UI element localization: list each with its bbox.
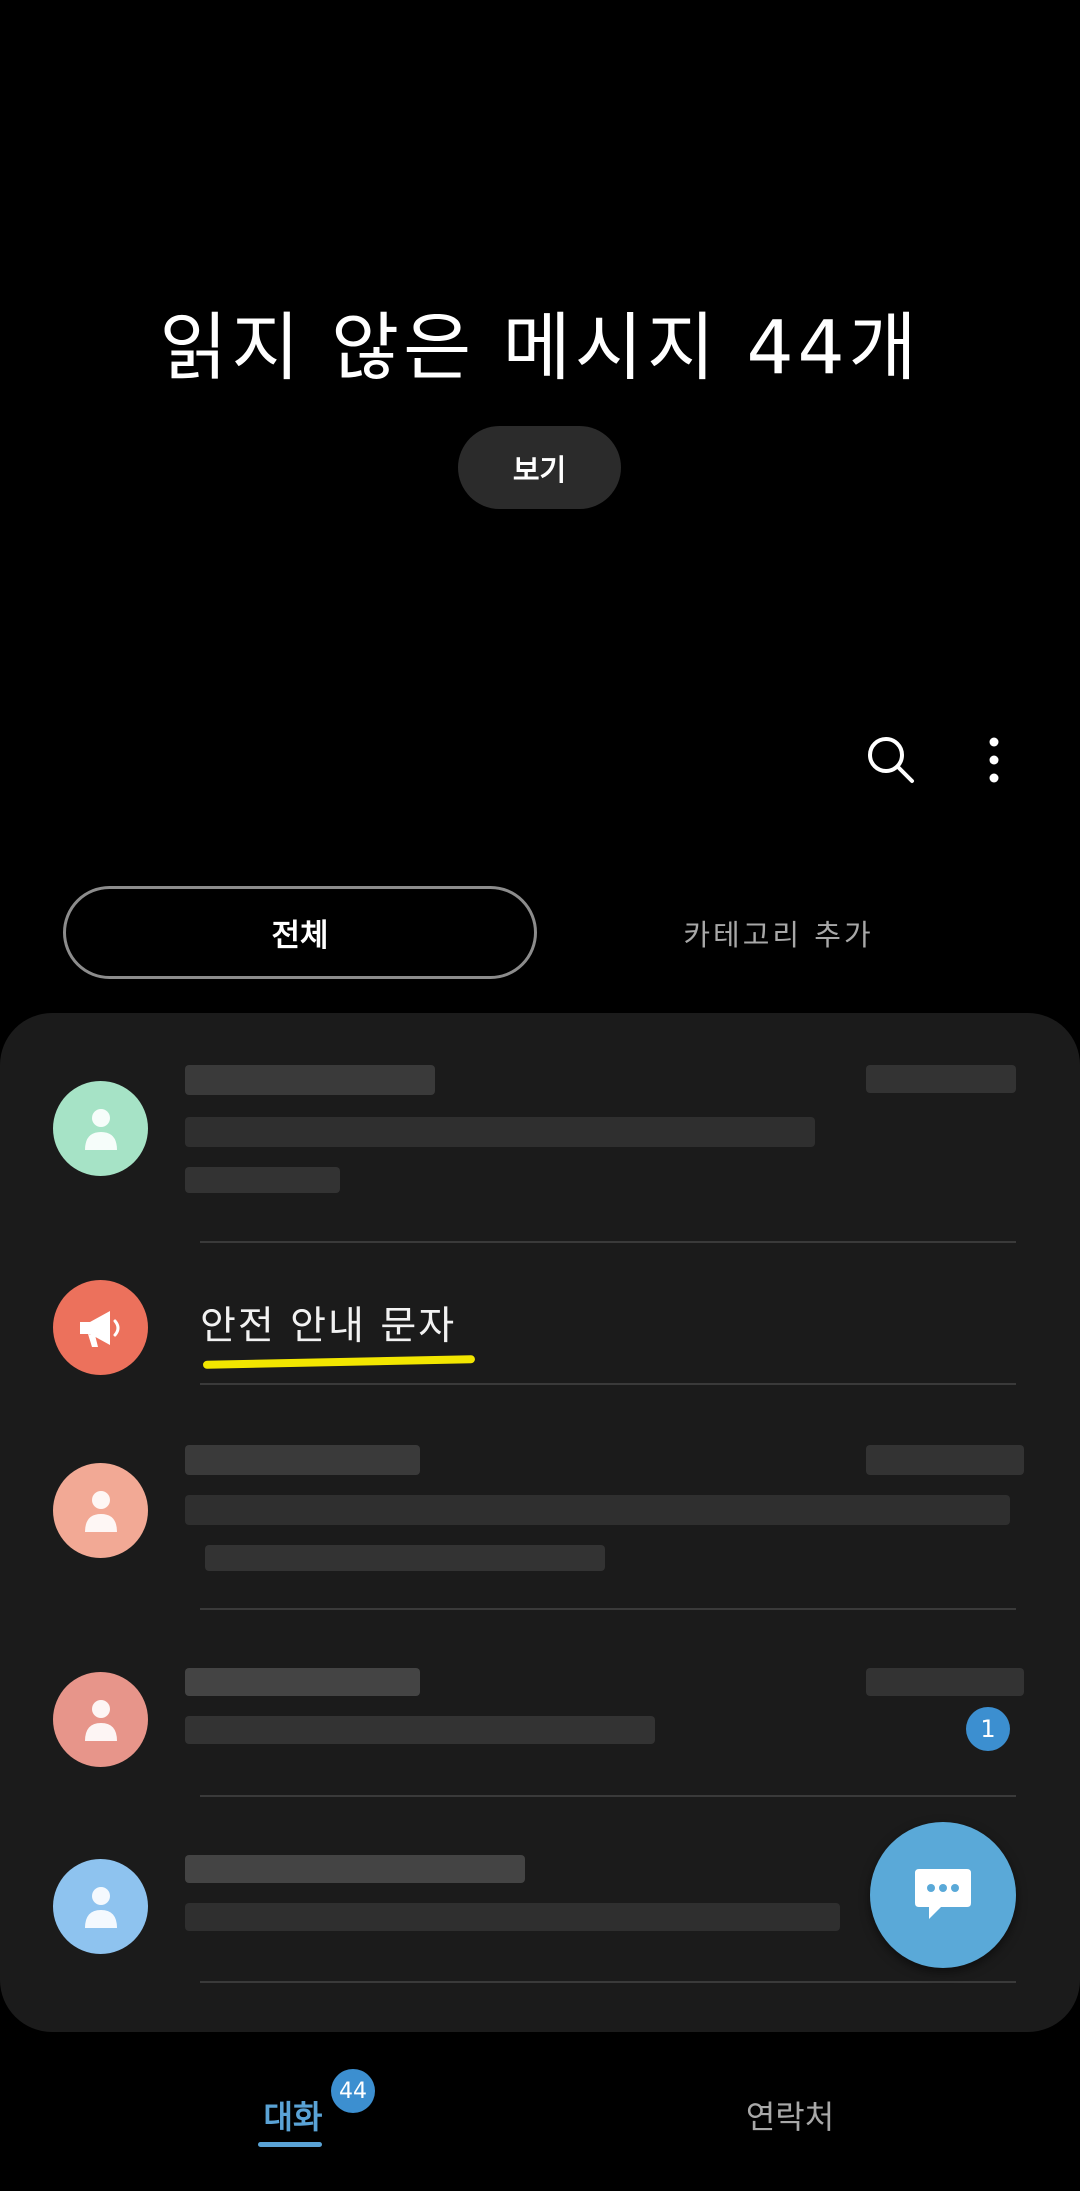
conversation-item[interactable] — [0, 1013, 1080, 1243]
redacted-preview — [185, 1903, 840, 1931]
person-icon — [53, 1463, 148, 1558]
redacted-preview — [185, 1716, 655, 1744]
chats-unread-badge: 44 — [331, 2069, 375, 2113]
redacted-time — [866, 1668, 1024, 1696]
person-icon — [53, 1672, 148, 1767]
tab-all[interactable]: 전체 — [63, 886, 537, 979]
unread-count-badge: 1 — [966, 1707, 1010, 1751]
redacted-preview — [185, 1167, 340, 1193]
tab-add-category[interactable]: 카테고리 추가 — [560, 886, 997, 979]
unread-headline: 읽지 않은 메시지 44개 — [159, 305, 921, 391]
view-button[interactable]: 보기 — [458, 426, 621, 509]
tab-chats[interactable]: 대화 — [248, 2092, 338, 2138]
redacted-preview — [185, 1495, 1010, 1525]
conversation-name: 안전 안내 문자 — [200, 1304, 457, 1349]
search-icon[interactable] — [855, 724, 927, 796]
tab-contacts[interactable]: 연락처 — [720, 2092, 860, 2138]
person-icon — [53, 1081, 148, 1176]
redacted-preview — [185, 1117, 815, 1147]
redacted-name — [185, 1065, 435, 1095]
redacted-time — [866, 1445, 1024, 1475]
redacted-preview — [205, 1545, 605, 1571]
new-message-button[interactable] — [870, 1822, 1016, 1968]
redacted-time — [866, 1065, 1016, 1093]
megaphone-icon — [53, 1280, 148, 1375]
chat-bubble-icon — [915, 1869, 971, 1919]
divider — [200, 1981, 1016, 1983]
bottom-navigation: 대화 44 연락처 — [0, 2032, 1080, 2191]
conversation-item[interactable] — [0, 1385, 1080, 1623]
person-icon — [53, 1859, 148, 1954]
conversation-item[interactable]: 1 — [0, 1610, 1080, 1798]
redacted-name — [185, 1668, 420, 1696]
more-vertical-icon[interactable] — [958, 724, 1030, 796]
highlight-underline — [202, 1355, 476, 1369]
redacted-name — [185, 1855, 525, 1883]
active-tab-indicator — [258, 2142, 322, 2147]
redacted-name — [185, 1445, 420, 1475]
conversation-item-safety-alert[interactable]: 안전 안내 문자 — [0, 1243, 1080, 1395]
